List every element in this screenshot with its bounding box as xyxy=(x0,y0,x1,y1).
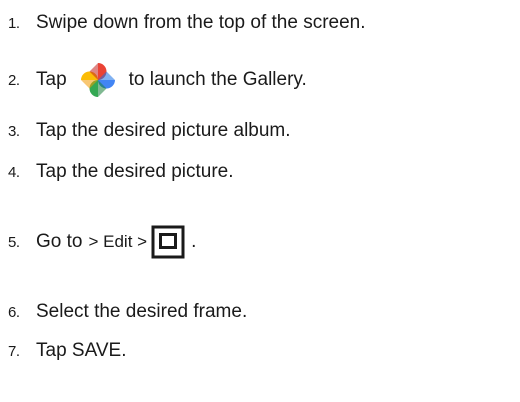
step-text: Tap SAVE. xyxy=(36,340,127,361)
step-5: 5. Go to > Edit > . xyxy=(0,225,196,259)
step-text-after: . xyxy=(191,231,197,252)
step-3: 3. Tap the desired picture album. xyxy=(0,120,291,142)
step-text: Tap the desired picture. xyxy=(36,161,234,182)
step-7: 7. Tap SAVE. xyxy=(0,340,126,362)
step-6: 6. Select the desired frame. xyxy=(0,301,247,323)
step-number: 4. xyxy=(8,163,20,181)
step-text: Go to > Edit > . xyxy=(36,225,196,259)
step-number: 7. xyxy=(8,342,20,360)
step-text: Select the desired frame. xyxy=(36,301,248,322)
step-1: 1. Swipe down from the top of the screen… xyxy=(0,12,366,34)
step-2: 2. Tap to launch the Gallery. xyxy=(0,57,307,103)
google-photos-pinwheel-icon xyxy=(75,57,121,103)
step-text-before: Go to xyxy=(36,231,83,252)
step-text: Tap to launch the Gallery. xyxy=(36,57,307,103)
step-text: Swipe down from the top of the screen. xyxy=(36,12,366,33)
step-number: 6. xyxy=(8,303,20,321)
step-text-before: Tap xyxy=(36,69,67,90)
step-4: 4. Tap the desired picture. xyxy=(0,161,234,183)
frame-square-icon xyxy=(151,225,185,259)
step-text-after: to launch the Gallery. xyxy=(128,69,307,90)
step-number: 3. xyxy=(8,122,20,140)
step-text: Tap the desired picture album. xyxy=(36,120,291,141)
step-number: 2. xyxy=(8,71,20,89)
step-number: 5. xyxy=(8,233,20,251)
step-number: 1. xyxy=(8,14,20,32)
step-text-mid: > Edit > xyxy=(88,232,148,251)
